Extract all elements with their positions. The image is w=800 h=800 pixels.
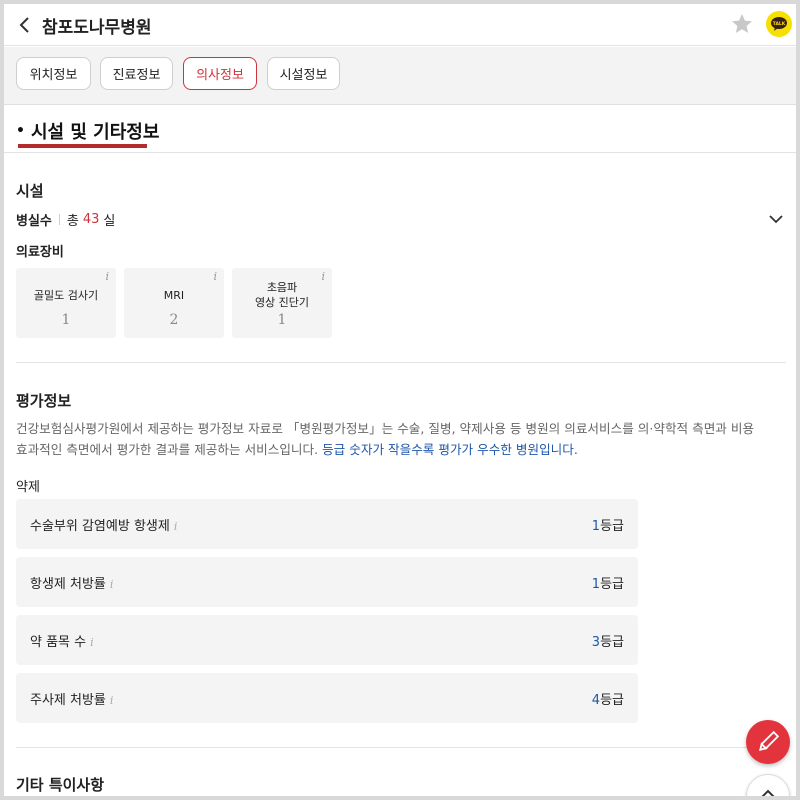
- equipment-name: 초음파: [266, 281, 298, 294]
- evaluation-description-line1: 건강보험심사평가원에서 제공하는 평가정보 자료로 「병원평가정보」는 수술, …: [16, 421, 755, 436]
- evaluation-heading: 평가정보: [16, 392, 72, 410]
- app-header: 참포도나무병원 TALK: [4, 4, 796, 46]
- tab-facility[interactable]: 시설정보: [267, 57, 340, 90]
- evaluation-item-name: 수술부위 감염예방 항생제: [30, 519, 170, 534]
- grade-suffix: 등급: [600, 693, 624, 708]
- evaluation-row: 수술부위 감염예방 항생제 i 1등급: [16, 499, 638, 549]
- back-icon[interactable]: [16, 15, 34, 35]
- divider: [4, 152, 796, 153]
- divider: [16, 747, 786, 748]
- info-icon[interactable]: i: [174, 520, 178, 533]
- favorite-star-icon[interactable]: [730, 12, 754, 36]
- evaluation-row: 주사제 처방률 i 4등급: [16, 673, 638, 723]
- room-count-row: 병실수 총 43 실: [16, 210, 115, 229]
- divider: [58, 214, 60, 225]
- evaluation-grade: 1등급: [592, 515, 624, 534]
- page-title: 참포도나무병원: [42, 18, 152, 38]
- tab-treatment[interactable]: 진료정보: [100, 57, 173, 90]
- scroll-top-button[interactable]: [746, 774, 790, 796]
- grade-suffix: 등급: [600, 635, 624, 650]
- evaluation-row-label: 항생제 처방률 i: [30, 573, 113, 592]
- equipment-card[interactable]: i 초음파 영상 진단기 1: [232, 268, 332, 338]
- chevron-up-icon: [761, 789, 775, 796]
- evaluation-description-highlight: 등급 숫자가 작을수록 평가가 우수한 병원입니다.: [322, 442, 578, 457]
- pencil-icon: [758, 730, 780, 752]
- equipment-name: MRI: [163, 289, 185, 302]
- evaluation-item-name: 주사제 처방률: [30, 693, 106, 708]
- evaluation-description-line2: 효과적인 측면에서 평가한 결과를 제공하는 서비스입니다.: [16, 442, 323, 457]
- equipment-count: 1: [61, 312, 71, 328]
- evaluation-row-label: 주사제 처방률 i: [30, 689, 113, 708]
- edit-fab-button[interactable]: [746, 720, 790, 764]
- equipment-count: 2: [169, 312, 179, 328]
- tab-location[interactable]: 위치정보: [16, 57, 91, 90]
- evaluation-item-name: 약 품목 수: [30, 635, 87, 650]
- facility-heading: 시설: [16, 182, 44, 200]
- evaluation-description: 건강보험심사평가원에서 제공하는 평가정보 자료로 「병원평가정보」는 수술, …: [16, 418, 788, 460]
- evaluation-item-name: 항생제 처방률: [30, 577, 106, 592]
- kakao-talk-label: TALK: [773, 21, 786, 27]
- equipment-card[interactable]: i 골밀도 검사기 1: [16, 268, 116, 338]
- grade-suffix: 등급: [600, 577, 624, 592]
- section-title-underline: [18, 144, 147, 148]
- evaluation-grade: 4등급: [592, 689, 624, 708]
- section-title: • 시설 및 기타정보: [16, 118, 159, 144]
- info-icon[interactable]: i: [213, 270, 217, 283]
- room-count-suffix: 실: [103, 214, 116, 229]
- medication-subheading: 약제: [16, 480, 40, 495]
- tab-doctor[interactable]: 의사정보: [183, 57, 257, 90]
- chevron-down-icon[interactable]: [768, 213, 784, 225]
- equipment-heading: 의료장비: [16, 245, 64, 260]
- room-count-value: 43: [82, 212, 100, 227]
- evaluation-row: 항생제 처방률 i 1등급: [16, 557, 638, 607]
- app-frame: 참포도나무병원 TALK 위치정보 진료정보 의사정보 시설정보 • 시설 및 기…: [4, 4, 796, 796]
- tab-bar: 위치정보 진료정보 의사정보 시설정보: [4, 47, 796, 105]
- grade-number: 4: [591, 693, 601, 708]
- equipment-card[interactable]: i MRI 2: [124, 268, 224, 338]
- grade-number: 1: [591, 519, 601, 534]
- bullet-dot: •: [16, 123, 25, 139]
- grade-number: 3: [591, 635, 601, 650]
- evaluation-grade: 1등급: [592, 573, 624, 592]
- kakaotalk-share-icon[interactable]: TALK: [766, 11, 792, 37]
- evaluation-grade: 3등급: [592, 631, 624, 650]
- room-count-label: 병실수: [16, 214, 52, 229]
- info-icon[interactable]: i: [110, 694, 114, 707]
- grade-suffix: 등급: [600, 519, 624, 534]
- evaluation-row-label: 약 품목 수i: [30, 631, 94, 650]
- divider: [16, 362, 786, 363]
- grade-number: 1: [591, 577, 601, 592]
- info-icon[interactable]: i: [110, 578, 114, 591]
- room-count-prefix: 총: [66, 214, 79, 229]
- equipment-name: 골밀도 검사기: [33, 289, 99, 302]
- evaluation-row-label: 수술부위 감염예방 항생제 i: [30, 515, 177, 534]
- other-notes-heading: 기타 특이사항: [16, 776, 105, 794]
- info-icon[interactable]: i: [105, 270, 109, 283]
- evaluation-row: 약 품목 수i 3등급: [16, 615, 638, 665]
- equipment-count: 1: [277, 312, 287, 328]
- equipment-name-line2: 영상 진단기: [254, 296, 310, 309]
- section-title-text: 시설 및 기타정보: [30, 122, 160, 143]
- info-icon[interactable]: i: [90, 636, 94, 649]
